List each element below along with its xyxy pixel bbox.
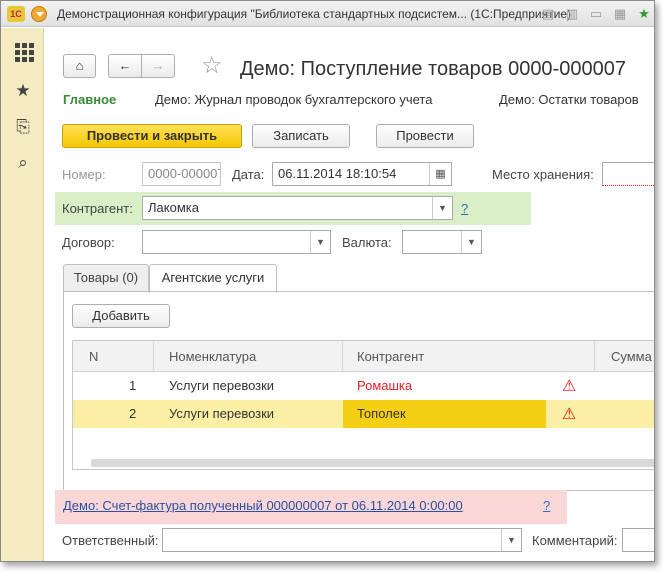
history-icon[interactable]: ⎘ — [12, 116, 34, 138]
row-counterparty-cell[interactable]: Тополек — [343, 400, 546, 428]
favorite-star-icon[interactable]: ☆ — [201, 53, 223, 79]
favorite-arrow-icon[interactable]: ★ — [634, 4, 654, 23]
responsible-label: Ответственный: — [62, 533, 159, 548]
post-and-close-button[interactable]: Провести и закрыть — [62, 124, 242, 148]
responsible-field[interactable]: ▼ — [162, 528, 522, 552]
arrow-right-icon: → — [151, 58, 165, 73]
currency-label: Валюта: — [342, 235, 392, 250]
comment-label: Комментарий: — [532, 533, 618, 548]
date-field[interactable]: 06.11.2014 18:10:54 ▦ — [272, 162, 452, 186]
column-item[interactable]: Номенклатура — [169, 349, 256, 364]
row-counterparty-cell[interactable]: Ромашка — [343, 372, 546, 400]
arrow-left-icon: ← — [118, 58, 132, 73]
home-icon: ⌂ — [75, 58, 84, 73]
home-button[interactable]: ⌂ — [63, 54, 96, 78]
chevron-down-icon[interactable]: ▼ — [501, 529, 521, 551]
nav-stock[interactable]: Демо: Остатки товаров — [499, 92, 639, 107]
row-item: Услуги перевозки — [169, 406, 275, 421]
calendar-icon[interactable]: ▦ — [429, 163, 451, 185]
back-button[interactable]: ← — [108, 54, 142, 78]
title-bar-icons: ▤ ▥ ▭ ▦ ★ — [538, 4, 654, 23]
horizontal-scrollbar[interactable] — [91, 459, 654, 467]
search-icon[interactable]: ⌕ — [12, 152, 34, 174]
counterparty-field[interactable]: Лакомка ▼ — [142, 196, 453, 220]
storage-field[interactable] — [602, 162, 654, 186]
calculator-icon[interactable]: ▦ — [610, 4, 630, 23]
title-bar: 1С Демонстрационная конфигурация "Библио… — [1, 1, 654, 27]
document-form: ⌂ ← → ☆ Демо: Поступление товаров 0000-0… — [45, 28, 654, 561]
chevron-down-icon[interactable]: ▼ — [432, 197, 452, 219]
date-value: 06.11.2014 18:10:54 — [278, 166, 397, 181]
agent-services-table[interactable]: N Номенклатура Контрагент Сумма 1 Услуги… — [72, 340, 654, 470]
window-title: Демонстрационная конфигурация "Библиотек… — [57, 7, 571, 21]
warning-icon: ⚠ — [562, 406, 577, 423]
row-number: 1 — [129, 378, 137, 393]
counterparty-value: Лакомка — [148, 200, 199, 215]
document-title: Демо: Поступление товаров 0000-000007 — [240, 58, 626, 80]
column-counterparty[interactable]: Контрагент — [357, 349, 424, 364]
print-icon[interactable]: ▥ — [562, 4, 582, 23]
row-counterparty: Ромашка — [357, 378, 413, 393]
table-row[interactable]: 1 Услуги перевозки Ромашка ⚠ — [73, 372, 654, 400]
grid-icon[interactable] — [12, 40, 34, 62]
save-button[interactable]: Записать — [252, 124, 350, 148]
counterparty-help[interactable]: ? — [461, 201, 468, 216]
currency-field[interactable]: ▼ — [402, 230, 482, 254]
number-field[interactable]: 0000-000007 — [142, 162, 221, 186]
row-counterparty: Тополек — [357, 406, 406, 421]
chevron-down-icon[interactable]: ▼ — [310, 231, 330, 253]
row-item: Услуги перевозки — [169, 378, 275, 393]
contract-label: Договор: — [62, 235, 115, 250]
post-button[interactable]: Провести — [376, 124, 474, 148]
table-header: N Номенклатура Контрагент Сумма — [73, 341, 654, 372]
number-label: Номер: — [62, 167, 106, 182]
nav-journal[interactable]: Демо: Журнал проводок бухгалтерского уче… — [155, 92, 432, 107]
counterparty-label: Контрагент: — [62, 201, 133, 216]
nav-main[interactable]: Главное — [63, 92, 116, 107]
invoice-group: Демо: Счет-фактура полученный 000000007 … — [55, 490, 567, 524]
forward-button[interactable]: → — [141, 54, 175, 78]
tab-goods[interactable]: Товары (0) — [63, 264, 149, 292]
document-icon[interactable]: ▭ — [586, 4, 606, 23]
star-icon[interactable]: ★ — [12, 80, 34, 102]
main-menu-button[interactable] — [31, 6, 47, 22]
save-icon[interactable]: ▤ — [538, 4, 558, 23]
column-n[interactable]: N — [89, 349, 98, 364]
chevron-down-icon[interactable]: ▼ — [461, 231, 481, 253]
invoice-link[interactable]: Демо: Счет-фактура полученный 000000007 … — [63, 498, 463, 513]
app-logo: 1С — [7, 6, 25, 22]
app-window: 1С Демонстрационная конфигурация "Библио… — [0, 0, 655, 562]
tab-agent-services[interactable]: Агентские услуги — [149, 264, 277, 293]
column-sum[interactable]: Сумма — [611, 349, 652, 364]
table-row[interactable]: 2 Услуги перевозки Тополек ⚠ — [73, 400, 654, 428]
section-panel: ★ ⎘ ⌕ — [1, 28, 44, 561]
invoice-help[interactable]: ? — [543, 498, 550, 513]
row-number: 2 — [129, 406, 137, 421]
date-label: Дата: — [232, 167, 265, 182]
comment-field[interactable] — [622, 528, 654, 552]
number-value: 0000-000007 — [148, 166, 221, 181]
add-button[interactable]: Добавить — [72, 304, 170, 328]
storage-label: Место хранения: — [492, 167, 594, 182]
warning-icon: ⚠ — [562, 378, 577, 395]
contract-field[interactable]: ▼ — [142, 230, 331, 254]
